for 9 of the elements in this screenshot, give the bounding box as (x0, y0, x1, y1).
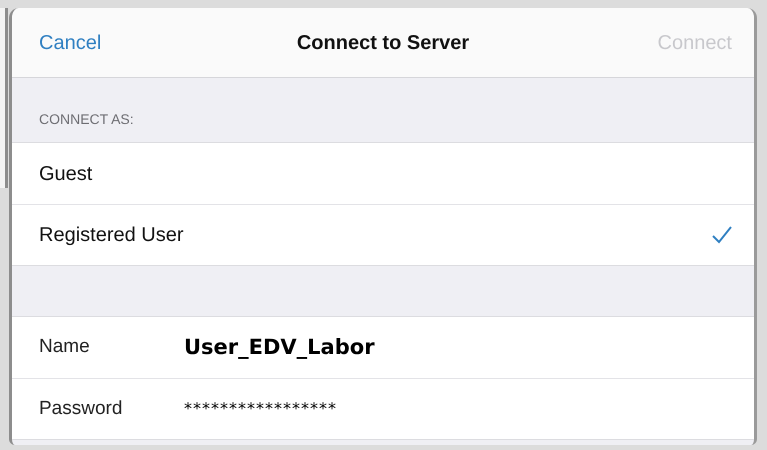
field-label: Password (39, 396, 124, 421)
input-field[interactable]: User_EDV_Labor (184, 332, 732, 364)
field-label: Name (39, 335, 91, 360)
option-label[interactable]: Registered User (39, 220, 712, 250)
password-field[interactable]: ***************** (184, 397, 732, 421)
dialog-title: Connect to Server (296, 32, 470, 54)
cancel-button[interactable]: Cancel (39, 28, 102, 58)
option-label[interactable]: Guest (39, 158, 732, 188)
section-header: CONNECT AS: (39, 110, 134, 129)
